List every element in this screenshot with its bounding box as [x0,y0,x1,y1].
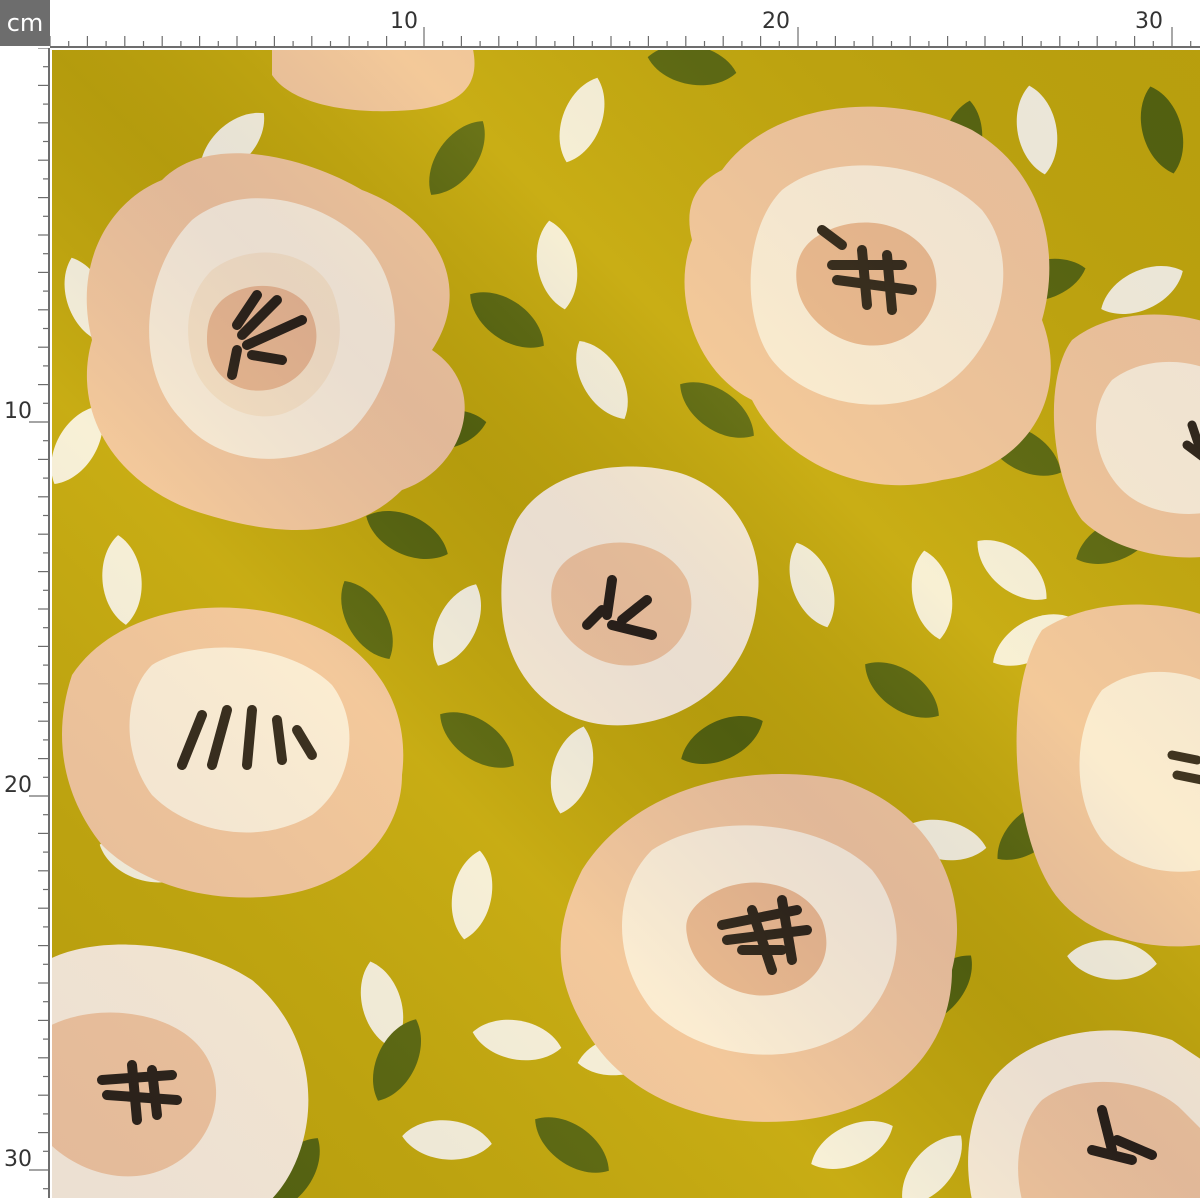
top-tick-label-10: 10 [390,9,418,34]
top-tick-label-20: 20 [762,9,790,34]
unit-label: cm [0,0,50,46]
left-ruler: 10 20 30 [0,48,50,1198]
left-tick-label-30: 30 [4,1147,32,1172]
top-ruler: 10 20 30 [50,0,1200,48]
fabric-sheen [52,50,1200,1198]
left-tick-label-10: 10 [4,399,32,424]
fabric-swatch [52,50,1200,1198]
left-tick-label-20: 20 [4,773,32,798]
top-tick-label-30: 30 [1135,9,1163,34]
